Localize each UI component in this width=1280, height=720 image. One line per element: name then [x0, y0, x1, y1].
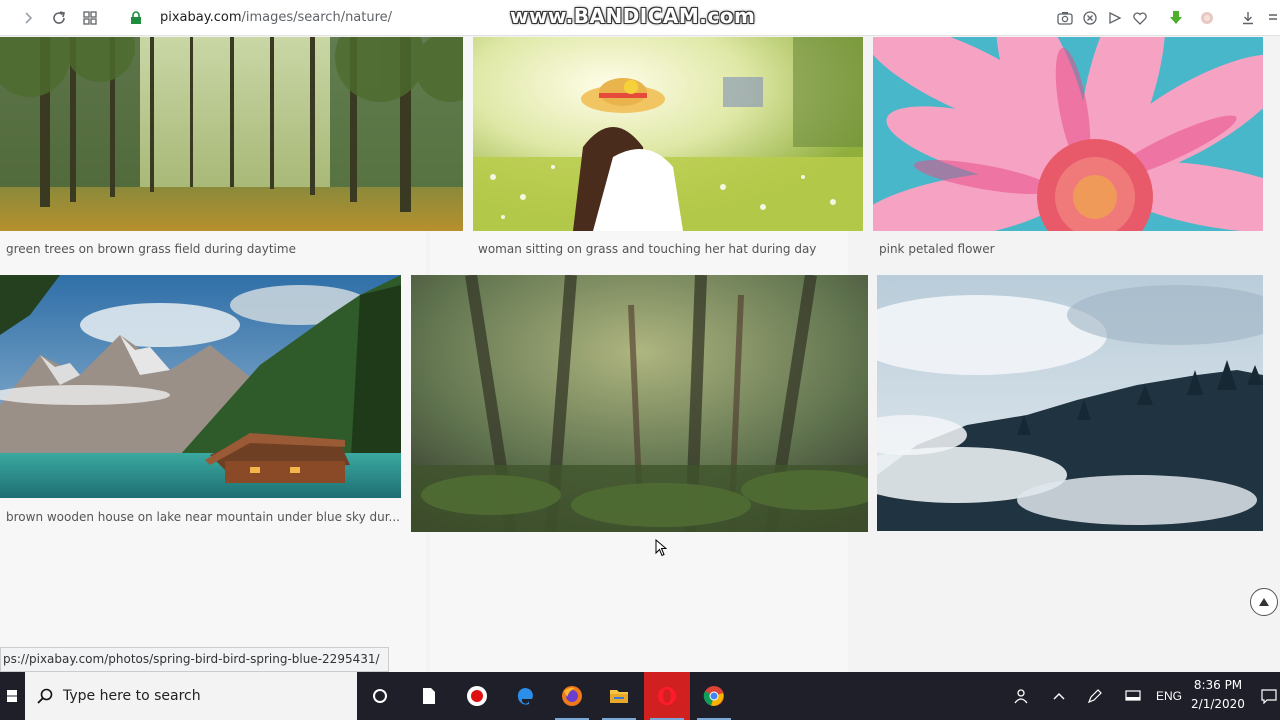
lock-icon[interactable]	[124, 6, 148, 30]
photo-pink-flower[interactable]	[873, 37, 1263, 231]
taskbar-search[interactable]: Type here to search	[25, 672, 357, 720]
menu-icon[interactable]	[1266, 8, 1280, 28]
notification-icon[interactable]	[1258, 672, 1280, 720]
file-icon[interactable]	[406, 672, 452, 720]
clock-time: 8:36 PM	[1193, 678, 1243, 692]
chrome-icon[interactable]	[691, 672, 737, 720]
language-indicator[interactable]: ENG	[1152, 672, 1186, 720]
apps-icon[interactable]	[78, 6, 102, 30]
clock[interactable]: 8:36 PM 2/1/2020	[1188, 676, 1248, 714]
browser-toolbar: pixabay.com/images/search/nature/ www.BA…	[0, 0, 1280, 36]
firefox-icon[interactable]	[549, 672, 595, 720]
image-card[interactable]: pink petaled flower	[873, 37, 1263, 263]
image-caption[interactable]: brown wooden house on lake near mountain…	[6, 510, 400, 524]
record-icon[interactable]	[454, 672, 500, 720]
explorer-icon[interactable]	[596, 672, 642, 720]
bandicam-watermark: www.BANDICAM.com	[510, 4, 756, 28]
send-icon[interactable]	[1105, 8, 1125, 28]
image-card[interactable]	[877, 275, 1263, 532]
reload-icon[interactable]	[47, 6, 71, 30]
photo-forest[interactable]	[0, 37, 463, 231]
clock-date: 2/1/2020	[1191, 697, 1245, 711]
image-caption[interactable]: pink petaled flower	[879, 242, 995, 256]
start-button[interactable]	[0, 672, 24, 720]
photo-foggy-mountain[interactable]	[877, 275, 1263, 531]
status-bar-url: ps://pixabay.com/photos/spring-bird-bird…	[0, 647, 389, 672]
photo-misty-forest[interactable]	[411, 275, 868, 532]
extension-icon[interactable]	[1197, 8, 1217, 28]
windows-icon	[7, 690, 17, 702]
photo-woman-field[interactable]	[473, 37, 863, 231]
display-icon[interactable]	[1120, 672, 1146, 720]
image-caption[interactable]: woman sitting on grass and touching her …	[478, 242, 816, 256]
opera-icon[interactable]	[644, 672, 690, 720]
scroll-to-top-button[interactable]	[1250, 588, 1278, 616]
url-path: /images/search/nature/	[241, 10, 393, 25]
search-results: green trees on brown grass field during …	[0, 37, 1280, 673]
image-card[interactable]	[411, 275, 868, 532]
arrow-up-icon	[1259, 598, 1269, 606]
forward-icon[interactable]	[16, 6, 40, 30]
windows-taskbar: Type here to search ENG 8:36 PM 2/1/2020	[0, 672, 1280, 720]
image-card[interactable]: brown wooden house on lake near mountain…	[0, 275, 401, 530]
chevron-up-icon[interactable]	[1046, 672, 1072, 720]
search-placeholder: Type here to search	[63, 688, 201, 704]
camera-icon[interactable]	[1055, 8, 1075, 28]
image-card[interactable]: woman sitting on grass and touching her …	[473, 37, 863, 263]
edge-icon[interactable]	[502, 672, 548, 720]
url-host: pixabay.com	[160, 10, 242, 25]
address-bar[interactable]: pixabay.com/images/search/nature/	[160, 10, 392, 25]
pen-icon[interactable]	[1082, 672, 1108, 720]
download-icon[interactable]	[1238, 8, 1258, 28]
image-caption[interactable]: green trees on brown grass field during …	[6, 242, 296, 256]
photo-lake-house[interactable]	[0, 275, 401, 498]
close-circle-icon[interactable]	[1080, 8, 1100, 28]
mouse-cursor-icon	[655, 539, 667, 557]
image-card[interactable]: green trees on brown grass field during …	[0, 37, 463, 263]
people-icon[interactable]	[1008, 672, 1034, 720]
cortana-icon[interactable]	[357, 672, 403, 720]
heart-icon[interactable]	[1130, 8, 1150, 28]
download-green-icon[interactable]	[1166, 8, 1186, 28]
search-icon	[37, 688, 53, 704]
